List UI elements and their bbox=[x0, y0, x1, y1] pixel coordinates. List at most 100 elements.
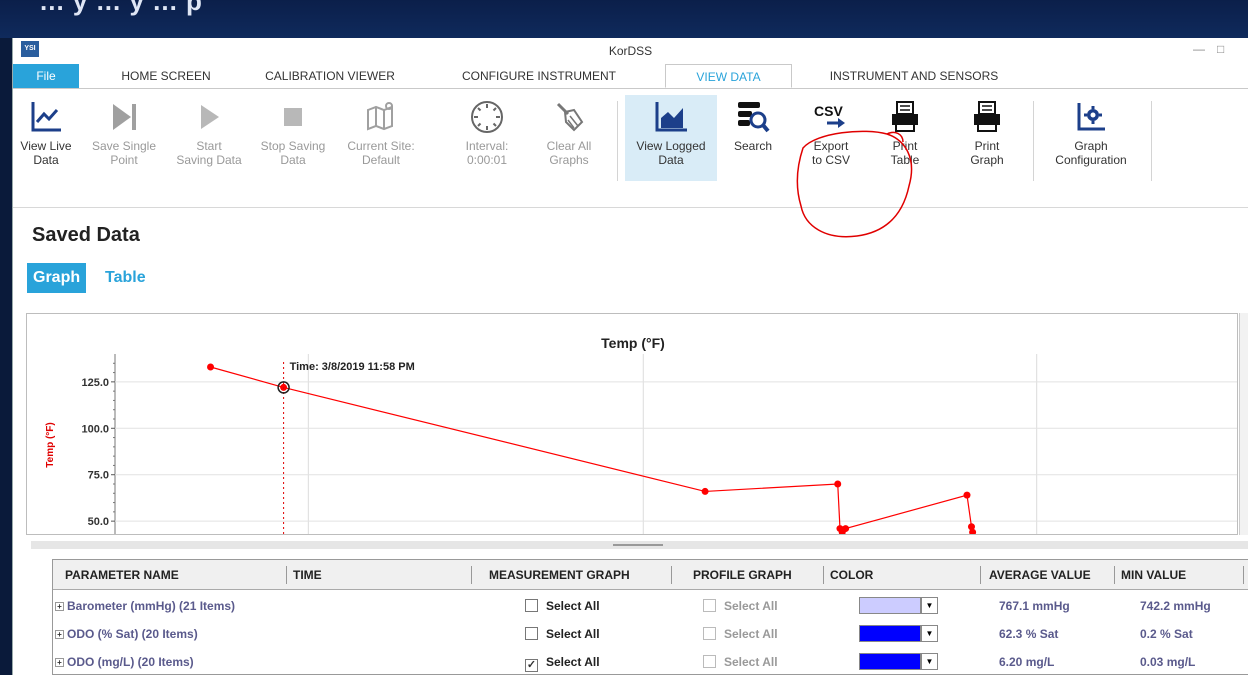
column-header[interactable]: PARAMETER NAME bbox=[65, 560, 179, 590]
min-value: 0.03 mg/L bbox=[1140, 655, 1196, 669]
parameter-name: ODO (mg/L) (20 Items) bbox=[67, 655, 194, 669]
measurement-select-all[interactable]: ✓ Select All bbox=[525, 648, 600, 674]
average-value: 767.1 mmHg bbox=[999, 599, 1070, 613]
step-forward-icon bbox=[113, 104, 136, 130]
expand-icon[interactable]: + bbox=[55, 602, 64, 611]
column-separator[interactable] bbox=[286, 566, 287, 584]
minimize-icon[interactable]: — bbox=[1193, 42, 1205, 56]
column-header[interactable]: AVERAGE VALUE bbox=[989, 560, 1091, 590]
splitter-handle[interactable] bbox=[31, 541, 1248, 549]
min-value: 0.2 % Sat bbox=[1140, 627, 1193, 641]
table-row[interactable]: + Barometer (mmHg) (21 Items) Select All … bbox=[53, 592, 1248, 620]
expand-icon[interactable]: + bbox=[55, 630, 64, 639]
csv-export-icon: CSV bbox=[814, 103, 845, 128]
view-live-data-label: View Live Data bbox=[20, 139, 72, 167]
tab-calibration-viewer[interactable]: CALIBRATION VIEWER bbox=[259, 64, 401, 88]
color-swatch[interactable] bbox=[859, 597, 921, 614]
measurement-select-label: Select All bbox=[546, 599, 600, 613]
ribbon-separator bbox=[1151, 101, 1152, 181]
table-row[interactable]: + ODO (% Sat) (20 Items) Select All Selec… bbox=[53, 620, 1248, 648]
tab-instrument-and-sensors[interactable]: INSTRUMENT AND SENSORS bbox=[811, 64, 1017, 88]
stop-saving-data-button[interactable]: Stop Saving Data bbox=[255, 95, 331, 181]
min-value: 742.2 mmHg bbox=[1140, 599, 1211, 613]
y-tick-label: 100.0 bbox=[81, 423, 109, 435]
expand-icon[interactable]: + bbox=[55, 658, 64, 667]
parameter-name: Barometer (mmHg) (21 Items) bbox=[67, 599, 236, 613]
parameter-name: ODO (% Sat) (20 Items) bbox=[67, 627, 198, 641]
profile-select-all: Select All bbox=[703, 620, 778, 648]
tab-configure-instrument[interactable]: CONFIGURE INSTRUMENT bbox=[458, 64, 620, 88]
window-title: KorDSS bbox=[608, 44, 653, 58]
map-icon bbox=[367, 102, 393, 131]
tab-table[interactable]: Table bbox=[99, 263, 152, 293]
parameter-name-cell[interactable]: + Barometer (mmHg) (21 Items) bbox=[55, 592, 235, 620]
parameter-name-cell[interactable]: + ODO (% Sat) (20 Items) bbox=[55, 620, 198, 648]
chevron-down-icon[interactable]: ▼ bbox=[921, 597, 938, 614]
column-header[interactable]: TIME bbox=[293, 560, 322, 590]
parameter-table: PARAMETER NAME TIME MEASUREMENT GRAPH PR… bbox=[52, 559, 1248, 675]
main-tabs: File HOME SCREEN CALIBRATION VIEWER CONF… bbox=[13, 64, 1248, 88]
grip-icon bbox=[613, 544, 663, 546]
chevron-down-icon[interactable]: ▼ bbox=[921, 653, 938, 670]
measurement-checkbox[interactable]: ✓ bbox=[525, 659, 538, 672]
stop-saving-data-label: Stop Saving Data bbox=[260, 139, 326, 167]
graph-configuration-button[interactable]: Graph Configuration bbox=[1043, 95, 1139, 181]
parameter-name-cell[interactable]: + ODO (mg/L) (20 Items) bbox=[55, 648, 194, 674]
graph-scrollbar[interactable] bbox=[1239, 313, 1248, 535]
table-row[interactable]: + ODO (mg/L) (20 Items) ✓ Select All Selec… bbox=[53, 648, 1248, 674]
current-site-button[interactable]: Current Site: Default bbox=[339, 95, 423, 181]
column-separator[interactable] bbox=[471, 566, 472, 584]
measurement-checkbox[interactable] bbox=[525, 599, 538, 612]
stop-icon bbox=[284, 108, 302, 126]
page-title: Saved Data bbox=[32, 224, 140, 246]
start-saving-data-button[interactable]: Start Saving Data bbox=[169, 95, 249, 181]
view-live-data-button[interactable]: View Live Data bbox=[13, 95, 79, 181]
measurement-select-all[interactable]: Select All bbox=[525, 620, 600, 648]
column-separator[interactable] bbox=[1243, 566, 1244, 584]
print-table-button[interactable]: Print Table bbox=[875, 95, 935, 181]
broom-icon bbox=[556, 102, 584, 132]
column-header[interactable]: MIN VALUE bbox=[1121, 560, 1186, 590]
color-swatch[interactable] bbox=[859, 653, 921, 670]
column-separator[interactable] bbox=[1114, 566, 1115, 584]
save-single-point-button[interactable]: Save Single Point bbox=[85, 95, 163, 181]
search-button[interactable]: Search bbox=[725, 95, 781, 181]
tab-home-screen[interactable]: HOME SCREEN bbox=[111, 64, 221, 88]
color-swatch[interactable] bbox=[859, 625, 921, 642]
column-header[interactable]: PROFILE GRAPH bbox=[693, 560, 792, 590]
view-logged-data-button[interactable]: View Logged Data bbox=[625, 95, 717, 181]
data-point bbox=[701, 487, 709, 495]
data-point bbox=[963, 491, 971, 499]
export-to-csv-button[interactable]: CSV Export to CSV bbox=[801, 95, 861, 181]
app-window: YSI KorDSS — □ File HOME SCREEN CALIBRAT… bbox=[12, 38, 1248, 675]
profile-select-label: Select All bbox=[724, 655, 778, 669]
data-point bbox=[842, 525, 850, 533]
average-value: 62.3 % Sat bbox=[999, 627, 1059, 641]
interval-button[interactable]: Interval: 0:00:01 bbox=[457, 95, 517, 181]
export-to-csv-label: Export to CSV bbox=[811, 139, 850, 167]
measurement-select-all[interactable]: Select All bbox=[525, 592, 600, 620]
column-header[interactable]: MEASUREMENT GRAPH bbox=[489, 560, 630, 590]
measurement-checkbox[interactable] bbox=[525, 627, 538, 640]
tab-graph[interactable]: Graph bbox=[27, 263, 87, 293]
data-point bbox=[207, 363, 215, 371]
clear-all-graphs-button[interactable]: Clear All Graphs bbox=[537, 95, 601, 181]
column-separator[interactable] bbox=[671, 566, 672, 584]
column-header[interactable]: COLOR bbox=[830, 560, 873, 590]
column-separator[interactable] bbox=[823, 566, 824, 584]
maximize-icon[interactable]: □ bbox=[1217, 42, 1224, 56]
tab-view-data[interactable]: VIEW DATA bbox=[665, 64, 792, 88]
average-value: 6.20 mg/L bbox=[999, 655, 1055, 669]
chart-title: Temp (°F) bbox=[601, 335, 665, 351]
csv-icon-text: CSV bbox=[814, 103, 843, 119]
chevron-down-icon[interactable]: ▼ bbox=[921, 625, 938, 642]
print-graph-button[interactable]: Print Graph bbox=[957, 95, 1017, 181]
profile-select-all: Select All bbox=[703, 592, 778, 620]
interval-label: Interval: 0:00:01 bbox=[465, 139, 509, 167]
y-tick-label: 125.0 bbox=[81, 377, 109, 389]
ribbon-toolbar: View Live Data Save Single Point Start S… bbox=[13, 88, 1248, 208]
column-separator[interactable] bbox=[980, 566, 981, 584]
tab-file[interactable]: File bbox=[13, 64, 79, 88]
printer-icon bbox=[974, 101, 1000, 132]
ribbon-separator bbox=[617, 101, 618, 181]
